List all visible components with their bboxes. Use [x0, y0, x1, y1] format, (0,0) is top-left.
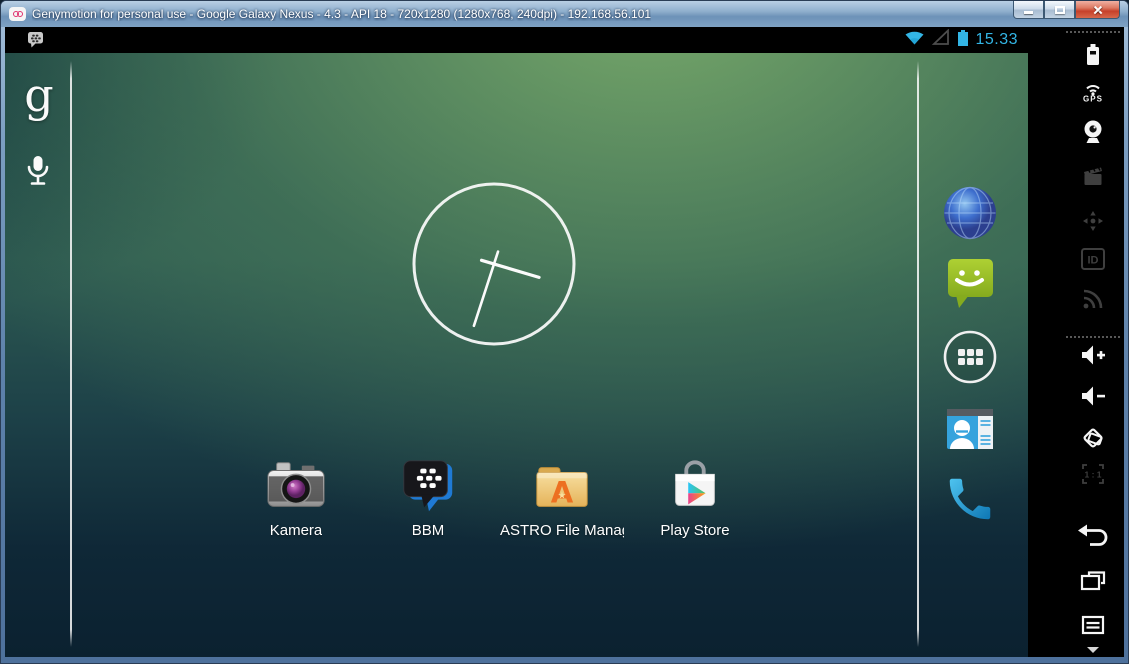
voice-search-mic-icon[interactable]	[24, 154, 52, 195]
toolbar-separator-middle	[1066, 336, 1120, 338]
app-drawer-dots-icon	[942, 329, 998, 385]
app-shortcut-bbm[interactable]: BBM	[366, 455, 490, 539]
android-screen: 15.33 g	[5, 27, 1028, 657]
app-shortcut-kamera[interactable]: Kamera	[234, 455, 358, 539]
toolbar-navigation-button[interactable]	[1078, 206, 1108, 236]
bbm-notification-icon	[27, 31, 46, 54]
app-label: ASTRO File Manag	[500, 522, 624, 539]
play-store-bag-icon	[664, 455, 726, 517]
gps-label: GPS	[1083, 95, 1103, 104]
toolbar-recent-apps-button[interactable]	[1078, 568, 1108, 594]
window-title: Genymotion for personal use - Google Gal…	[32, 7, 651, 21]
toolbar-back-button[interactable]	[1076, 522, 1110, 550]
toolbar-separator-top	[1066, 31, 1120, 33]
close-icon	[1092, 4, 1104, 16]
page-edge-line-right	[917, 61, 919, 647]
toolbar-volume-up-button[interactable]	[1077, 340, 1109, 370]
toolbar-identifiers-button[interactable]: ID	[1077, 246, 1109, 272]
genymotion-logo-icon	[9, 7, 26, 21]
toolbar-battery-button[interactable]	[1078, 40, 1108, 70]
page-edge-line-left	[70, 61, 72, 647]
dock-people[interactable]	[941, 400, 999, 458]
app-label: Kamera	[270, 522, 323, 539]
minimize-button[interactable]	[1013, 1, 1044, 19]
genymotion-toolbar: GPS	[1028, 27, 1124, 657]
battery-icon	[957, 29, 969, 52]
google-search-logo[interactable]: g	[17, 65, 61, 125]
genymotion-window: Genymotion for personal use - Google Gal…	[0, 0, 1129, 664]
window-titlebar[interactable]: Genymotion for personal use - Google Gal…	[1, 1, 1128, 27]
wifi-icon	[904, 29, 925, 51]
dock-all-apps[interactable]	[941, 328, 999, 386]
toolbar-rotate-screen-button[interactable]	[1077, 422, 1109, 454]
window-controls	[1013, 1, 1120, 19]
maximize-icon	[1055, 6, 1065, 14]
camera-app-icon	[265, 455, 327, 517]
toolbar-pixel-perfect-button[interactable]: 1 : 1	[1077, 460, 1109, 488]
app-label: BBM	[412, 522, 445, 539]
toolbar-strip: GPS	[1062, 27, 1124, 657]
cellular-signal-icon	[931, 29, 951, 51]
app-shortcut-play-store[interactable]: Play Store	[633, 455, 757, 539]
minimize-icon	[1024, 11, 1033, 14]
analog-clock-widget[interactable]	[409, 179, 579, 349]
phone-handset-icon	[943, 472, 997, 526]
toolbar-gps-button[interactable]: GPS	[1078, 79, 1108, 104]
dock-phone[interactable]	[941, 470, 999, 528]
pixel-perfect-label: 1 : 1	[1084, 470, 1101, 480]
status-clock: 15.33	[975, 31, 1018, 49]
toolbar-remote-control-button[interactable]	[1078, 284, 1108, 314]
dock-messaging[interactable]	[941, 254, 999, 312]
smiley-bubble-icon	[943, 255, 997, 311]
id-label: ID	[1088, 255, 1099, 267]
toolbar-collapse-button[interactable]	[1085, 646, 1101, 654]
android-status-bar[interactable]: 15.33	[5, 27, 1028, 53]
bbm-app-icon	[397, 455, 459, 517]
homescreen-wallpaper: g	[5, 53, 1028, 657]
svg-text:★: ★	[558, 491, 567, 502]
toolbar-camera-button[interactable]	[1078, 118, 1108, 148]
close-button[interactable]	[1075, 1, 1120, 19]
contact-card-icon	[943, 402, 997, 456]
toolbar-screencast-button[interactable]	[1078, 161, 1108, 191]
app-label: Play Store	[660, 522, 729, 539]
window-content: 15.33 g	[5, 27, 1124, 657]
globe-icon	[942, 185, 998, 241]
toolbar-volume-down-button[interactable]	[1077, 381, 1109, 411]
toolbar-menu-button[interactable]	[1078, 613, 1108, 637]
dock-browser[interactable]	[941, 184, 999, 242]
app-shortcut-astro[interactable]: A ★ ASTRO File Manag	[500, 455, 624, 539]
maximize-button[interactable]	[1044, 1, 1075, 19]
astro-folder-icon: A ★	[531, 455, 593, 517]
status-icons-cluster: 15.33	[904, 27, 1018, 53]
